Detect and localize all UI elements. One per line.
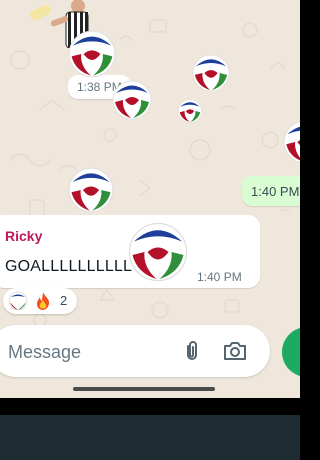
message-time: 1:40 PM: [251, 184, 300, 199]
sender-name: Ricky: [5, 228, 43, 244]
soccer-ball-icon: [128, 222, 188, 282]
soccer-ball-icon: [112, 80, 152, 120]
message-time: 1:40 PM: [197, 270, 242, 284]
reaction-pill[interactable]: 2: [3, 288, 77, 314]
soccer-ball-icon: [192, 54, 230, 92]
gesture-bar[interactable]: [73, 387, 215, 391]
message-input[interactable]: [6, 338, 170, 366]
message-composer: [0, 325, 270, 377]
paperclip-icon[interactable]: [180, 339, 204, 363]
fire-icon: [37, 292, 50, 310]
soccer-ball-icon: [178, 99, 202, 123]
soccer-ball-icon: [283, 121, 300, 163]
soccer-ball-icon: [68, 167, 114, 213]
soccer-ball-icon: [68, 30, 116, 78]
bottom-panel: [0, 415, 300, 460]
outgoing-message[interactable]: 1:40 PM: [242, 176, 300, 206]
camera-icon[interactable]: [222, 339, 248, 363]
soccer-ball-icon: [8, 291, 28, 311]
chat-area[interactable]: 1:38 PM 1:40 PM Ricky GOALLLLLLLLLL 1:40…: [0, 0, 300, 398]
message-text: GOALLLLLLLLLL: [5, 258, 133, 275]
reaction-count: 2: [60, 293, 68, 308]
system-bottom-area: [0, 398, 300, 460]
